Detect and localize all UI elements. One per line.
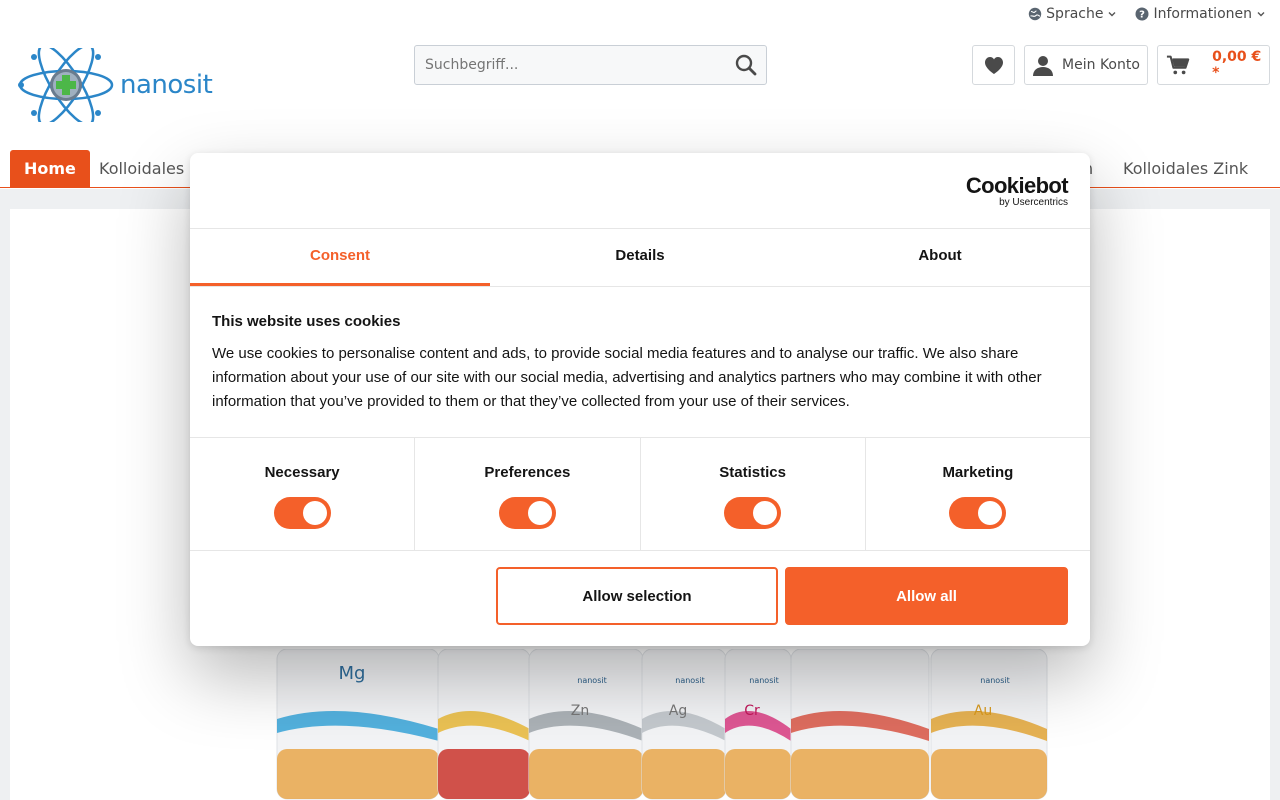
category-label: Necessary <box>264 464 340 481</box>
marketing-toggle[interactable] <box>949 497 1007 529</box>
tab-about[interactable]: About <box>790 229 1090 286</box>
category-label: Marketing <box>942 464 1014 481</box>
allow-selection-button[interactable]: Allow selection <box>496 567 778 625</box>
category-label: Preferences <box>484 464 571 481</box>
statistics-toggle[interactable] <box>724 497 782 529</box>
allow-all-button[interactable]: Allow all <box>785 567 1068 625</box>
tab-details[interactable]: Details <box>490 229 790 286</box>
toggle-knob <box>302 501 327 525</box>
cookiebot-wordmark: Cookiebot <box>965 173 1069 198</box>
cookiebot-logo: Cookiebot by Usercentrics <box>965 173 1069 209</box>
dialog-header: Cookiebot by Usercentrics <box>190 153 1090 229</box>
dialog-tabs: Consent Details About <box>190 229 1090 287</box>
cookie-consent-dialog: Cookiebot by Usercentrics Consent Detail… <box>190 153 1090 646</box>
category-label: Statistics <box>719 464 786 481</box>
cookie-categories: Necessary Preferences Statistics Marketi… <box>190 437 1090 551</box>
category-marketing: Marketing <box>866 438 1090 550</box>
preferences-toggle[interactable] <box>498 497 556 529</box>
category-statistics: Statistics <box>641 438 866 550</box>
toggle-knob <box>978 501 1003 525</box>
dialog-actions: Allow selection Allow all <box>190 551 1090 646</box>
toggle-knob <box>753 501 778 525</box>
tab-consent[interactable]: Consent <box>190 229 490 286</box>
necessary-toggle[interactable] <box>273 497 331 529</box>
toggle-knob <box>527 501 552 525</box>
consent-title: This website uses cookies <box>212 313 401 330</box>
consent-body: This website uses cookies We use cookies… <box>190 287 1090 437</box>
category-preferences: Preferences <box>415 438 641 550</box>
cookiebot-byline: by Usercentrics <box>999 197 1068 208</box>
consent-text: We use cookies to personalise content an… <box>212 345 1042 410</box>
category-necessary: Necessary <box>190 438 416 550</box>
